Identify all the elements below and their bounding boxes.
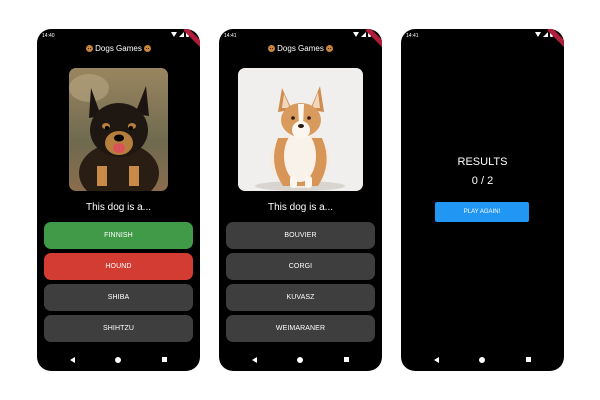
dog-face-icon xyxy=(325,45,333,52)
home-icon[interactable] xyxy=(297,357,303,363)
play-again-button[interactable]: PLAY AGAIN! xyxy=(435,202,529,222)
answer-button-finnish[interactable]: FINNISH xyxy=(44,222,193,249)
results-title: RESULTS xyxy=(457,156,508,168)
wifi-icon xyxy=(535,32,541,37)
navigation-bar xyxy=(37,349,200,371)
question-text: This dog is a... xyxy=(267,202,334,213)
recent-apps-icon[interactable] xyxy=(526,357,531,362)
answer-button-bouvier[interactable]: BOUVIER xyxy=(226,222,375,249)
back-icon[interactable] xyxy=(434,357,439,363)
answer-button-shihtzu[interactable]: SHIHTZU xyxy=(44,315,193,342)
app-title-text: Dogs Games xyxy=(95,44,142,53)
navigation-bar xyxy=(401,349,564,371)
signal-icon xyxy=(361,32,366,37)
dog-face-icon xyxy=(268,45,276,52)
navigation-bar xyxy=(219,349,382,371)
answer-button-hound[interactable]: HOUND xyxy=(44,253,193,280)
status-bar: 14:41 xyxy=(224,32,377,40)
dog-face-icon xyxy=(143,45,151,52)
wifi-icon xyxy=(171,32,177,37)
back-icon[interactable] xyxy=(70,357,75,363)
wifi-icon xyxy=(353,32,359,37)
app-title-text: Dogs Games xyxy=(277,44,324,53)
recent-apps-icon[interactable] xyxy=(162,357,167,362)
app-title: Dogs Games xyxy=(219,43,382,55)
phone-screen-question-1: 14:40 Dogs Games This dog is a... FINNIS… xyxy=(37,29,200,371)
status-time: 14:41 xyxy=(224,33,237,39)
home-icon[interactable] xyxy=(479,357,485,363)
status-time: 14:40 xyxy=(42,33,55,39)
signal-icon xyxy=(543,32,548,37)
status-bar: 14:41 xyxy=(406,32,559,40)
answer-button-weimaraner[interactable]: WEIMARANER xyxy=(226,315,375,342)
dog-photo xyxy=(238,68,363,191)
score-text: 0 / 2 xyxy=(471,175,494,187)
signal-icon xyxy=(179,32,184,37)
answer-button-shiba[interactable]: SHIBA xyxy=(44,284,193,311)
phone-screen-question-2: 14:41 Dogs Games This dog is a... BOUVIE xyxy=(219,29,382,371)
answer-button-corgi[interactable]: CORGI xyxy=(226,253,375,280)
dog-photo xyxy=(69,68,168,191)
status-bar: 14:40 xyxy=(42,32,195,40)
status-time: 14:41 xyxy=(406,33,419,39)
app-title: Dogs Games xyxy=(37,43,200,55)
dog-face-icon xyxy=(86,45,94,52)
home-icon[interactable] xyxy=(115,357,121,363)
phone-screen-results: 14:41 RESULTS 0 / 2 PLAY AGAIN! xyxy=(401,29,564,371)
recent-apps-icon[interactable] xyxy=(344,357,349,362)
question-text: This dog is a... xyxy=(85,202,152,213)
back-icon[interactable] xyxy=(252,357,257,363)
answer-button-kuvasz[interactable]: KUVASZ xyxy=(226,284,375,311)
